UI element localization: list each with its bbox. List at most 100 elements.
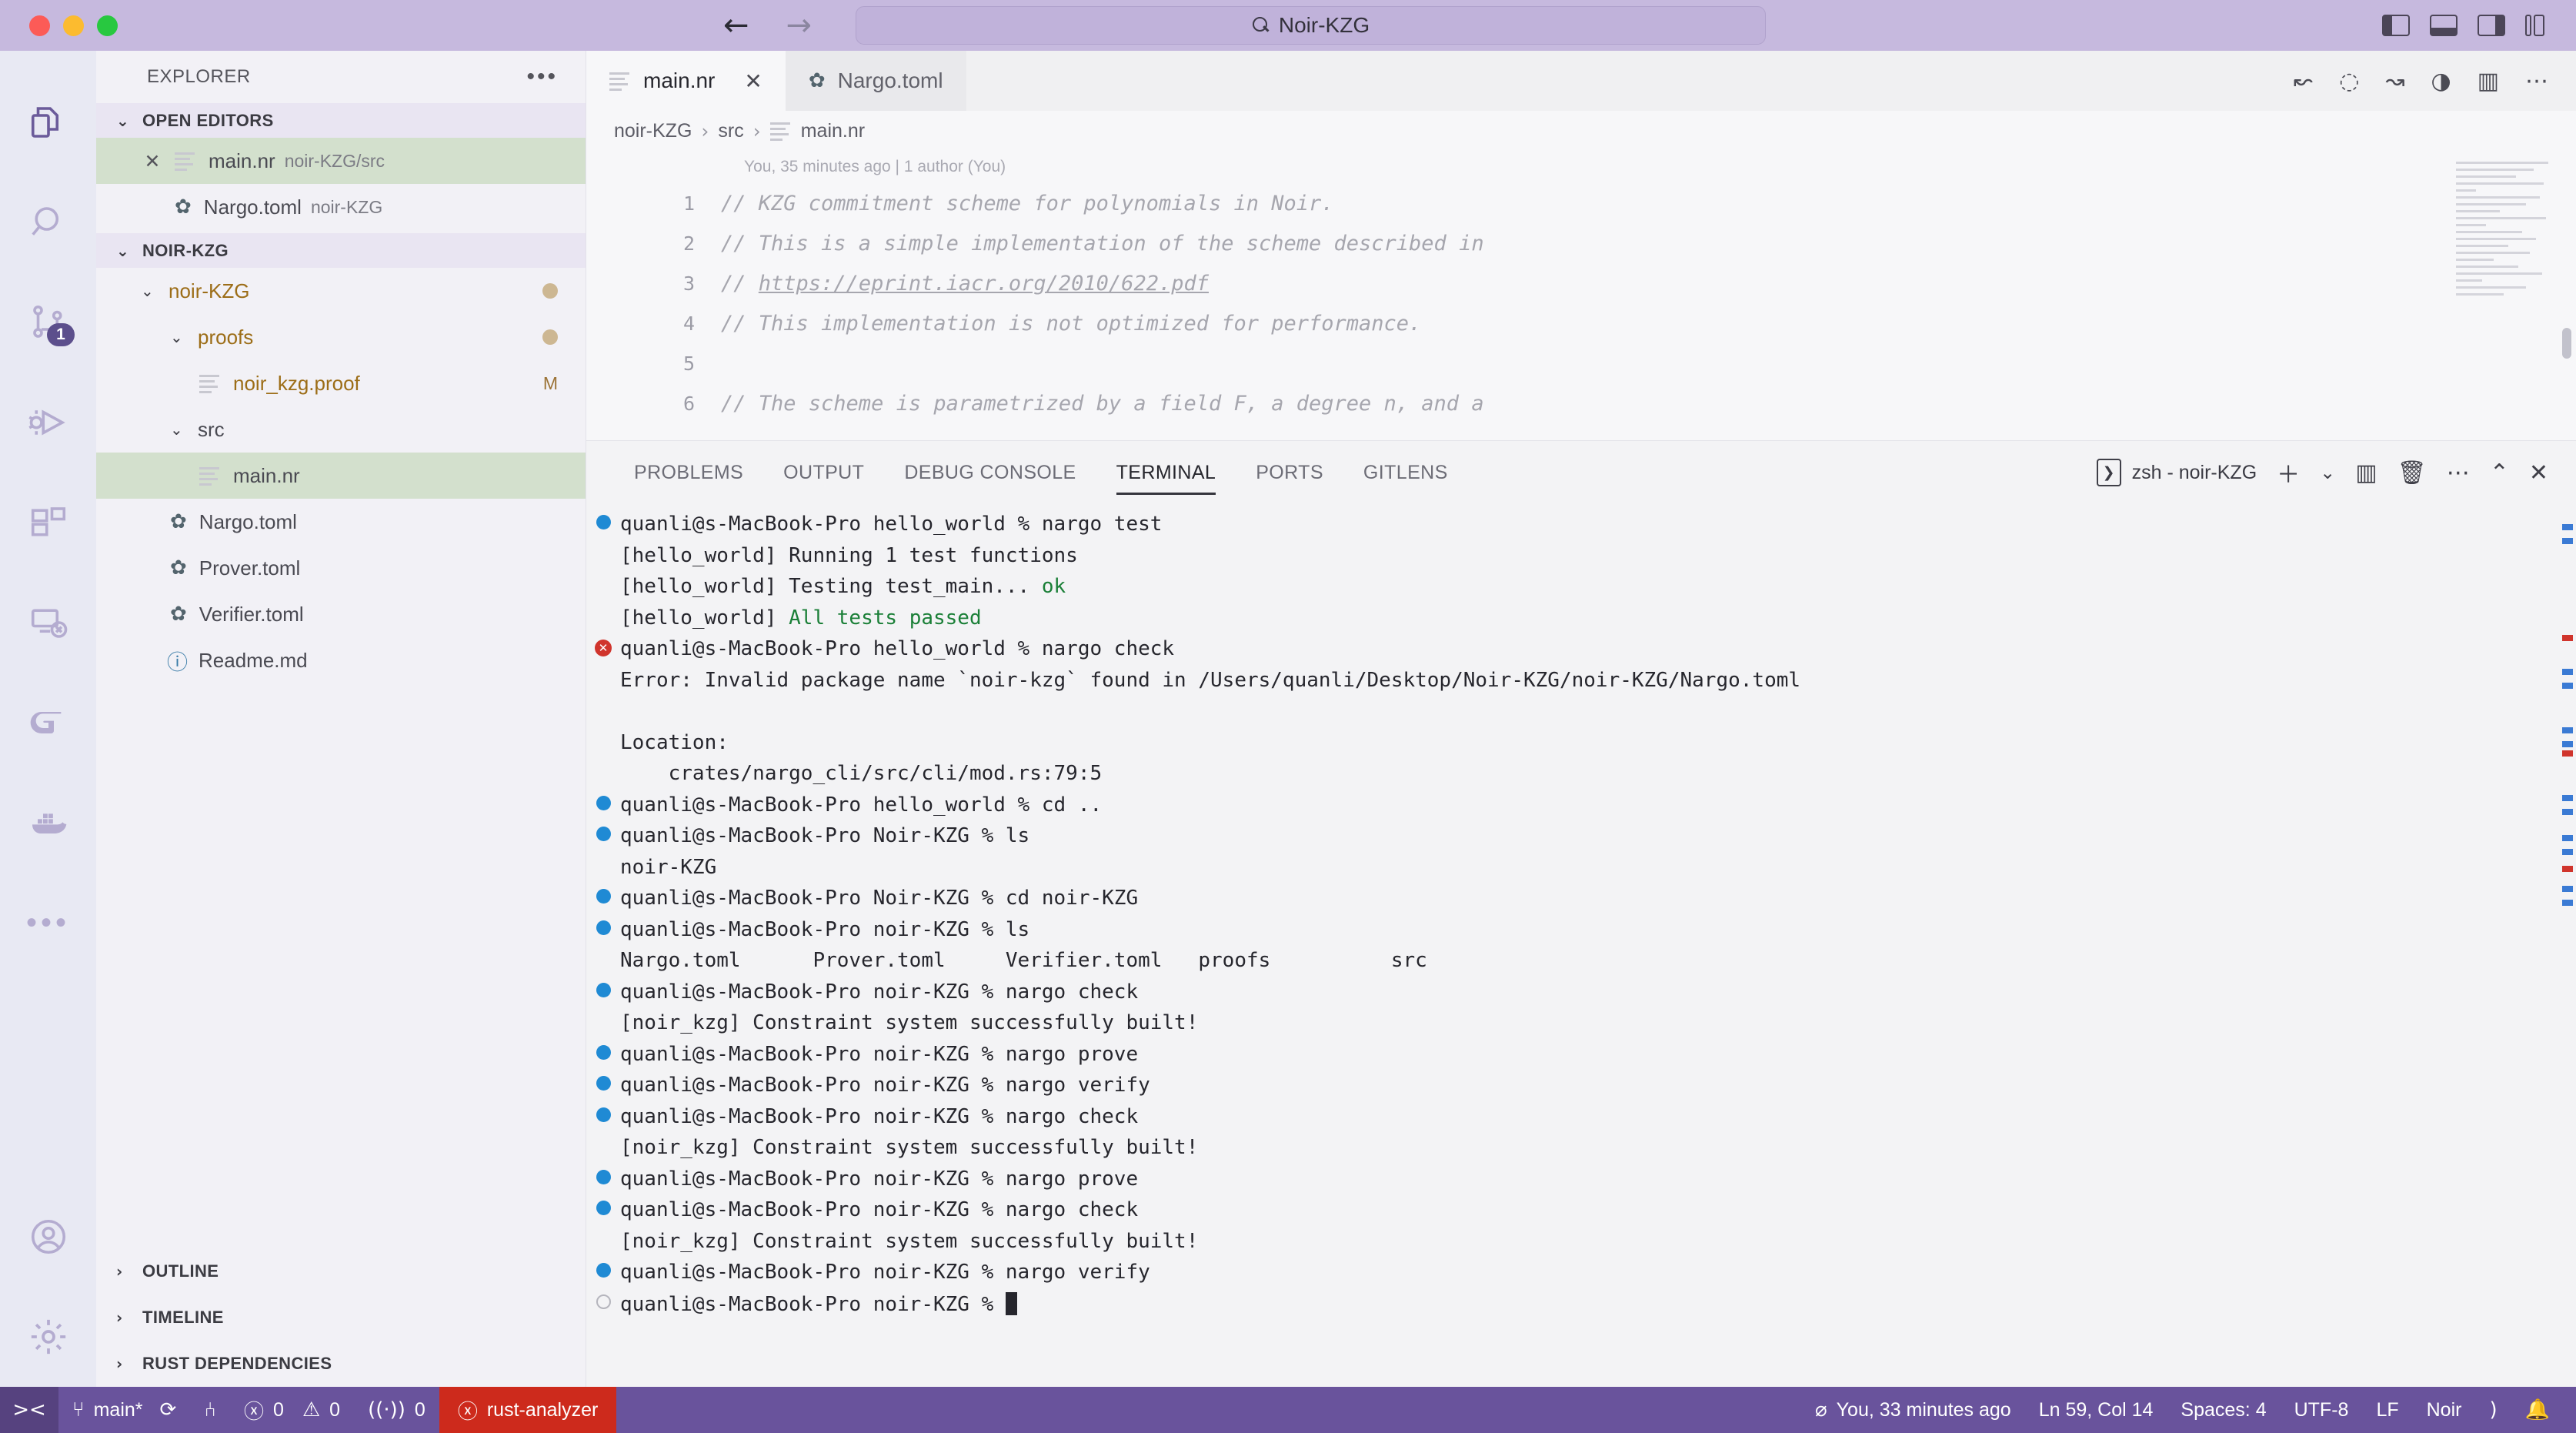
go-back-icon[interactable]: ↜ bbox=[2294, 68, 2313, 95]
maximize-window-button[interactable] bbox=[97, 15, 118, 36]
active-terminal-name[interactable]: ❯ zsh - noir-KZG bbox=[2096, 459, 2257, 486]
open-editor-path: noir-KZG/src bbox=[284, 150, 385, 171]
status-rust-analyzer[interactable]: ⓧ rust-analyzer bbox=[439, 1387, 617, 1433]
activity-gitlens[interactable] bbox=[0, 673, 96, 773]
status-feedback[interactable]: ) bbox=[2475, 1387, 2511, 1433]
status-ports[interactable]: ((·)) 0 bbox=[354, 1387, 439, 1433]
tree-item-nargo-toml[interactable]: ✿ Nargo.toml bbox=[96, 499, 586, 545]
status-problems[interactable]: ⓧ 0 ⚠ 0 bbox=[230, 1387, 354, 1433]
status-eol[interactable]: LF bbox=[2362, 1387, 2412, 1433]
terminal-line: quanli@s-MacBook-Pro noir-KZG % nargo ve… bbox=[586, 1071, 2576, 1103]
tree-item-noir-kzg-proof[interactable]: noir_kzg.proof M bbox=[96, 360, 586, 406]
code-editor[interactable]: You, 35 minutes ago | 1 author (You) 1 /… bbox=[586, 151, 2576, 440]
git-status-badge: M bbox=[542, 372, 558, 393]
open-editor-nargo-toml[interactable]: ✿ Nargo.toml noir-KZG bbox=[96, 184, 586, 230]
open-editor-main-nr[interactable]: ✕ main.nr noir-KZG/src bbox=[96, 138, 586, 184]
line-text: // This implementation is not optimized … bbox=[721, 311, 1422, 336]
more-actions-icon[interactable]: ⋯ bbox=[2525, 68, 2548, 95]
status-language-mode[interactable]: Noir bbox=[2413, 1387, 2476, 1433]
tree-item-noir-kzg[interactable]: ⌄ noir-KZG bbox=[96, 268, 586, 314]
tree-item-prover-toml[interactable]: ✿ Prover.toml bbox=[96, 545, 586, 591]
split-terminal-icon[interactable]: ▥ bbox=[2355, 459, 2377, 486]
language-label: Noir bbox=[2426, 1398, 2462, 1421]
no-marker bbox=[586, 604, 620, 609]
section-open-editors[interactable]: ⌄ OPEN EDITORS bbox=[96, 103, 586, 138]
tree-item-proofs[interactable]: ⌄ proofs bbox=[96, 314, 586, 360]
editor-tab-bar: main.nr ✕ ✿ Nargo.toml ↜ ◌ ↝ ◑ ▥ ⋯ bbox=[586, 51, 2576, 111]
tree-item-src[interactable]: ⌄ src bbox=[96, 406, 586, 453]
customize-layout-icon[interactable] bbox=[2525, 15, 2553, 36]
activity-run-and-debug[interactable] bbox=[0, 372, 96, 473]
history-icon[interactable]: ◑ bbox=[2431, 68, 2451, 95]
minimap[interactable] bbox=[2456, 162, 2556, 339]
close-icon[interactable]: ✕ bbox=[2529, 459, 2548, 486]
terminal-line: Location: bbox=[586, 729, 2576, 760]
activity-docker[interactable] bbox=[0, 773, 96, 873]
go-forward-icon[interactable]: ↝ bbox=[2385, 68, 2404, 95]
tab-problems[interactable]: PROBLEMS bbox=[614, 441, 763, 504]
terminal-line: [noir_kzg] Constraint system successfull… bbox=[586, 1134, 2576, 1165]
section-timeline[interactable]: › TIMELINE bbox=[96, 1294, 586, 1341]
tab-debug-console[interactable]: DEBUG CONSOLE bbox=[884, 441, 1096, 504]
command-success-marker bbox=[586, 510, 620, 529]
go-forward-icon[interactable]: → bbox=[786, 10, 813, 41]
tab-terminal[interactable]: TERMINAL bbox=[1096, 441, 1236, 504]
sidebar-more-actions-icon[interactable]: ••• bbox=[526, 65, 558, 89]
remote-window-icon: >< bbox=[12, 1398, 46, 1421]
remote-window-button[interactable]: >< bbox=[0, 1387, 58, 1433]
terminal-scrollbar[interactable] bbox=[2559, 504, 2576, 1387]
toggle-panel-icon[interactable] bbox=[2430, 15, 2458, 36]
activity-accounts[interactable] bbox=[0, 1187, 96, 1287]
status-notifications[interactable]: 🔔 bbox=[2511, 1387, 2576, 1433]
breadcrumb-main-nr[interactable]: main.nr bbox=[801, 120, 865, 142]
code-line: 2 // This is a simple implementation of … bbox=[586, 223, 2576, 263]
status-branch-compare[interactable]: ⑃ bbox=[190, 1387, 230, 1433]
close-icon[interactable]: ✕ bbox=[139, 150, 165, 172]
chevron-up-icon[interactable]: ⌃ bbox=[2490, 459, 2509, 486]
status-cursor-position[interactable]: Ln 59, Col 14 bbox=[2025, 1387, 2167, 1433]
editor-scrollbar[interactable] bbox=[2562, 328, 2571, 359]
section-outline[interactable]: › OUTLINE bbox=[96, 1248, 586, 1294]
editor-area: main.nr ✕ ✿ Nargo.toml ↜ ◌ ↝ ◑ ▥ ⋯ noir-… bbox=[586, 51, 2576, 1387]
tree-item-verifier-toml[interactable]: ✿ Verifier.toml bbox=[96, 591, 586, 637]
tree-item-main-nr[interactable]: main.nr bbox=[96, 453, 586, 499]
activity-extensions[interactable] bbox=[0, 473, 96, 573]
activity-explorer[interactable] bbox=[0, 72, 96, 172]
tab-nargo-toml[interactable]: ✿ Nargo.toml bbox=[785, 51, 966, 111]
go-back-icon[interactable]: ← bbox=[723, 10, 749, 41]
chevron-down-icon[interactable]: ⌄ bbox=[2320, 462, 2335, 483]
tab-output[interactable]: OUTPUT bbox=[763, 441, 884, 504]
toggle-primary-sidebar-icon[interactable] bbox=[2382, 15, 2410, 36]
status-blame[interactable]: ⌀ You, 33 minutes ago bbox=[1801, 1387, 2025, 1433]
tab-ports[interactable]: PORTS bbox=[1236, 441, 1343, 504]
activity-search[interactable] bbox=[0, 172, 96, 272]
split-editor-icon[interactable]: ▥ bbox=[2478, 68, 2499, 95]
status-encoding[interactable]: UTF-8 bbox=[2281, 1387, 2363, 1433]
status-indentation[interactable]: Spaces: 4 bbox=[2167, 1387, 2280, 1433]
tree-item-readme-md[interactable]: ⓘ Readme.md bbox=[96, 637, 586, 683]
tab-gitlens[interactable]: GITLENS bbox=[1343, 441, 1468, 504]
status-branch[interactable]: ⑂ main* ⟳ bbox=[58, 1387, 190, 1433]
trash-icon[interactable]: 🗑 bbox=[2397, 459, 2427, 486]
section-rust-dependencies[interactable]: › RUST DEPENDENCIES bbox=[96, 1341, 586, 1387]
more-actions-icon[interactable]: ⋯ bbox=[2447, 459, 2470, 486]
breadcrumb-noir-kzg[interactable]: noir-KZG bbox=[614, 120, 692, 142]
activity-remote-explorer[interactable] bbox=[0, 573, 96, 673]
close-window-button[interactable] bbox=[29, 15, 50, 36]
link-eprint-pdf[interactable]: https://eprint.iacr.org/2010/622.pdf bbox=[759, 272, 1209, 296]
breadcrumb-src[interactable]: src bbox=[718, 120, 743, 142]
activity-source-control[interactable]: 1 bbox=[0, 272, 96, 372]
tab-main-nr[interactable]: main.nr ✕ bbox=[586, 51, 786, 111]
section-workspace[interactable]: ⌄ NOIR-KZG bbox=[96, 233, 586, 268]
minimize-window-button[interactable] bbox=[63, 15, 84, 36]
activity-manage[interactable] bbox=[0, 1287, 96, 1387]
new-terminal-icon[interactable]: ＋ bbox=[2277, 456, 2300, 489]
close-icon[interactable]: ✕ bbox=[744, 68, 762, 94]
circle-icon[interactable]: ◌ bbox=[2339, 68, 2359, 95]
breadcrumb-separator: › bbox=[752, 119, 761, 142]
command-center[interactable]: Noir-KZG bbox=[856, 6, 1766, 45]
activity-more-views[interactable]: ••• bbox=[0, 873, 96, 973]
toggle-secondary-sidebar-icon[interactable] bbox=[2478, 15, 2505, 36]
explorer-sidebar: EXPLORER ••• ⌄ OPEN EDITORS ✕ main.nr no… bbox=[96, 51, 586, 1387]
terminal-output[interactable]: quanli@s-MacBook-Pro hello_world % nargo… bbox=[586, 504, 2576, 1387]
